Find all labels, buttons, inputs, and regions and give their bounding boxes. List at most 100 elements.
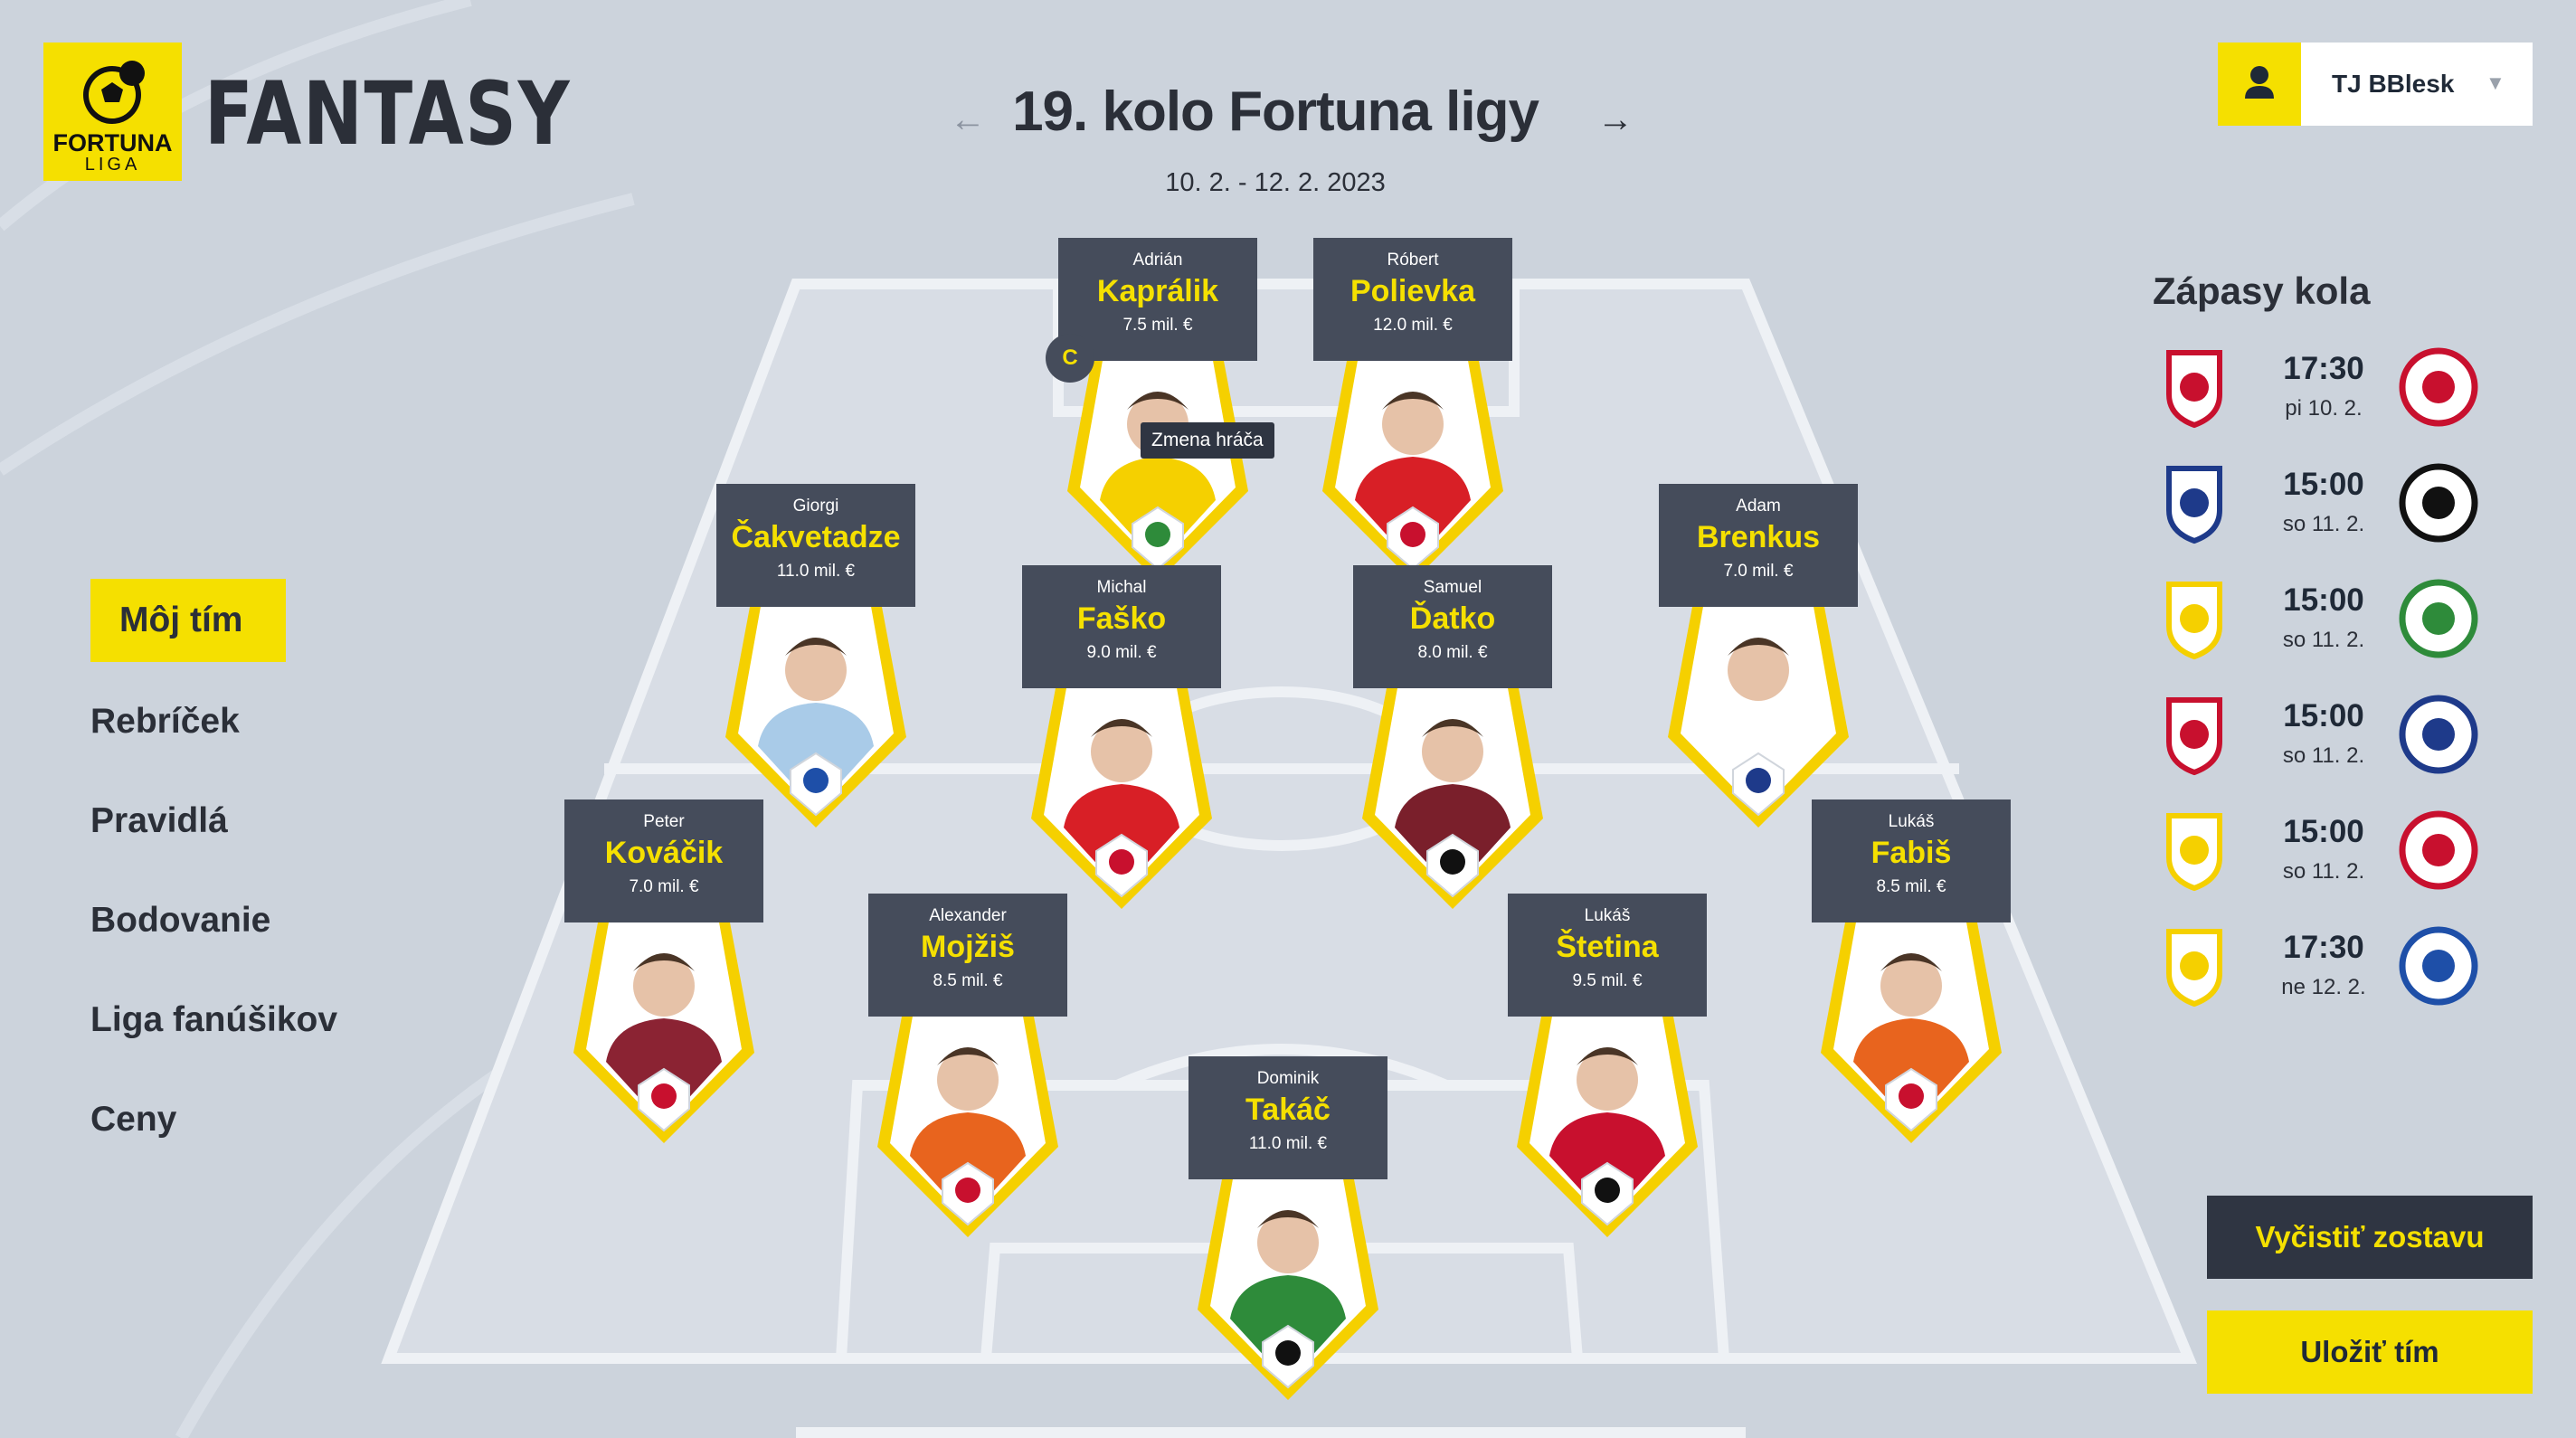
player-price: 7.0 mil. € (629, 877, 699, 896)
fixture-date: so 11. 2. (2282, 859, 2365, 884)
player-card: Michal Faško 9.0 mil. € (1022, 565, 1221, 688)
player-price: 8.0 mil. € (1417, 643, 1488, 662)
player-slot[interactable]: Lukáš Fabiš 8.5 mil. € (1812, 799, 2011, 1143)
nav-leaderboard[interactable]: Rebríček (90, 702, 240, 742)
player-photo (1362, 674, 1543, 909)
arrow-left-icon: ← (950, 99, 986, 139)
fixtures-title: Zápasy kola (2153, 270, 2371, 312)
player-first-name: Samuel (1423, 578, 1482, 597)
team-name: TJ BBlesk (2332, 70, 2455, 98)
nav-fan-league[interactable]: Liga fanúšikov (90, 1000, 337, 1040)
fixture-date: pi 10. 2. (2285, 396, 2363, 421)
fixture-date: so 11. 2. (2282, 512, 2365, 536)
nav-rules[interactable]: Pravidlá (90, 801, 228, 841)
player-first-name: Adrián (1132, 251, 1183, 270)
player-last-name: Štetina (1556, 930, 1659, 964)
player-photo (877, 1002, 1058, 1237)
fixture-time: 15:00 (2283, 698, 2364, 733)
home-club-crest-icon (2166, 582, 2222, 660)
player-price: 12.0 mil. € (1373, 316, 1453, 335)
player-price: 9.0 mil. € (1086, 643, 1157, 662)
home-club-crest-icon (2166, 697, 2222, 776)
player-card: Giorgi Čakvetadze 11.0 mil. € (716, 484, 915, 607)
player-slot[interactable]: Peter Kováčik 7.0 mil. € (564, 799, 763, 1143)
clear-lineup-button[interactable]: Vyčistiť zostavu (2207, 1196, 2533, 1279)
user-team-dropdown[interactable]: TJ BBlesk ▼ (2218, 43, 2533, 126)
fixture-date: so 11. 2. (2282, 743, 2365, 768)
player-last-name: Fabiš (1870, 836, 1952, 870)
player-card: Dominik Takáč 11.0 mil. € (1189, 1056, 1387, 1179)
player-price: 11.0 mil. € (1248, 1134, 1328, 1153)
player-slot[interactable]: Dominik Takáč 11.0 mil. € (1189, 1056, 1387, 1400)
player-card: Alexander Mojžiš 8.5 mil. € (868, 894, 1067, 1017)
fixture-row[interactable]: 17:30 ne 12. 2. (2151, 922, 2495, 1022)
round-title: 19. kolo Fortuna ligy (1012, 80, 1539, 143)
player-slot[interactable]: Michal Faško 9.0 mil. € (1022, 565, 1221, 909)
player-last-name: Faško (1076, 601, 1167, 636)
user-icon (2218, 43, 2301, 126)
player-slot[interactable]: Alexander Mojžiš 8.5 mil. € (868, 894, 1067, 1237)
player-photo (1668, 592, 1849, 828)
player-first-name: Róbert (1387, 251, 1439, 270)
player-price: 7.5 mil. € (1122, 316, 1193, 335)
away-club-crest-icon (2399, 695, 2478, 774)
fixture-time: 15:00 (2283, 814, 2364, 849)
player-photo (1067, 346, 1248, 582)
home-club-crest-icon (2166, 813, 2222, 892)
away-club-crest-icon (2399, 347, 2478, 427)
fixture-time: 15:00 (2283, 467, 2364, 502)
fortuna-liga-logo[interactable]: FORTUNA LIGA (43, 43, 182, 181)
player-slot[interactable]: Lukáš Štetina 9.5 mil. € (1508, 894, 1707, 1237)
player-slot[interactable]: Adrián Kaprálik 7.5 mil. € (1058, 238, 1257, 582)
player-photo (1198, 1165, 1378, 1400)
previous-round-button[interactable]: ← (950, 99, 986, 140)
nav-prizes[interactable]: Ceny (90, 1100, 176, 1140)
fixture-time: 17:30 (2283, 930, 2364, 965)
player-slot[interactable]: Giorgi Čakvetadze 11.0 mil. € (716, 484, 915, 828)
next-round-button[interactable]: → (1597, 99, 1634, 140)
player-photo (1031, 674, 1212, 909)
player-card: Lukáš Fabiš 8.5 mil. € (1812, 799, 2011, 922)
captain-badge[interactable]: C (1046, 334, 1094, 383)
fixture-row[interactable]: 15:00 so 11. 2. (2151, 807, 2495, 906)
player-slot[interactable]: Adam Brenkus 7.0 mil. € (1659, 484, 1858, 828)
round-dates: 10. 2. - 12. 2. 2023 (1165, 168, 1386, 197)
player-card: Lukáš Štetina 9.5 mil. € (1508, 894, 1707, 1017)
nav-my-team[interactable]: Môj tím (90, 579, 286, 662)
player-slot[interactable]: Samuel Ďatko 8.0 mil. € (1353, 565, 1552, 909)
player-first-name: Adam (1736, 497, 1781, 516)
nav-scoring[interactable]: Bodovanie (90, 901, 270, 941)
fixture-row[interactable]: 17:30 pi 10. 2. (2151, 344, 2495, 443)
player-first-name: Giorgi (792, 497, 839, 516)
player-card: Róbert Polievka 12.0 mil. € (1313, 238, 1512, 361)
logo-line-2: LIGA (84, 155, 141, 175)
player-last-name: Takáč (1245, 1093, 1331, 1127)
away-club-crest-icon (2399, 579, 2478, 658)
player-price: 8.5 mil. € (933, 971, 1003, 990)
arrow-right-icon: → (1597, 99, 1634, 139)
player-first-name: Lukáš (1888, 812, 1935, 831)
player-last-name: Kováčik (604, 836, 724, 870)
player-card: Peter Kováčik 7.0 mil. € (564, 799, 763, 922)
fixture-row[interactable]: 15:00 so 11. 2. (2151, 691, 2495, 790)
away-club-crest-icon (2399, 810, 2478, 890)
player-photo (1821, 908, 2002, 1143)
home-club-crest-icon (2166, 929, 2222, 1008)
player-photo (573, 908, 754, 1143)
player-last-name: Kaprálik (1096, 274, 1219, 308)
change-player-tooltip: Zmena hráča (1141, 422, 1274, 459)
player-slot[interactable]: Róbert Polievka 12.0 mil. € (1313, 238, 1512, 582)
player-first-name: Lukáš (1584, 906, 1631, 925)
fixture-row[interactable]: 15:00 so 11. 2. (2151, 459, 2495, 559)
away-club-crest-icon (2399, 463, 2478, 543)
player-first-name: Michal (1096, 578, 1147, 597)
fixture-row[interactable]: 15:00 so 11. 2. (2151, 575, 2495, 675)
player-last-name: Čakvetadze (731, 520, 901, 554)
player-price: 9.5 mil. € (1572, 971, 1643, 990)
ball-icon (83, 61, 145, 124)
player-price: 11.0 mil. € (776, 562, 856, 581)
save-team-button[interactable]: Uložiť tím (2207, 1310, 2533, 1394)
player-first-name: Alexander (929, 906, 1007, 925)
player-first-name: Dominik (1256, 1069, 1320, 1088)
fixture-date: ne 12. 2. (2281, 975, 2366, 999)
